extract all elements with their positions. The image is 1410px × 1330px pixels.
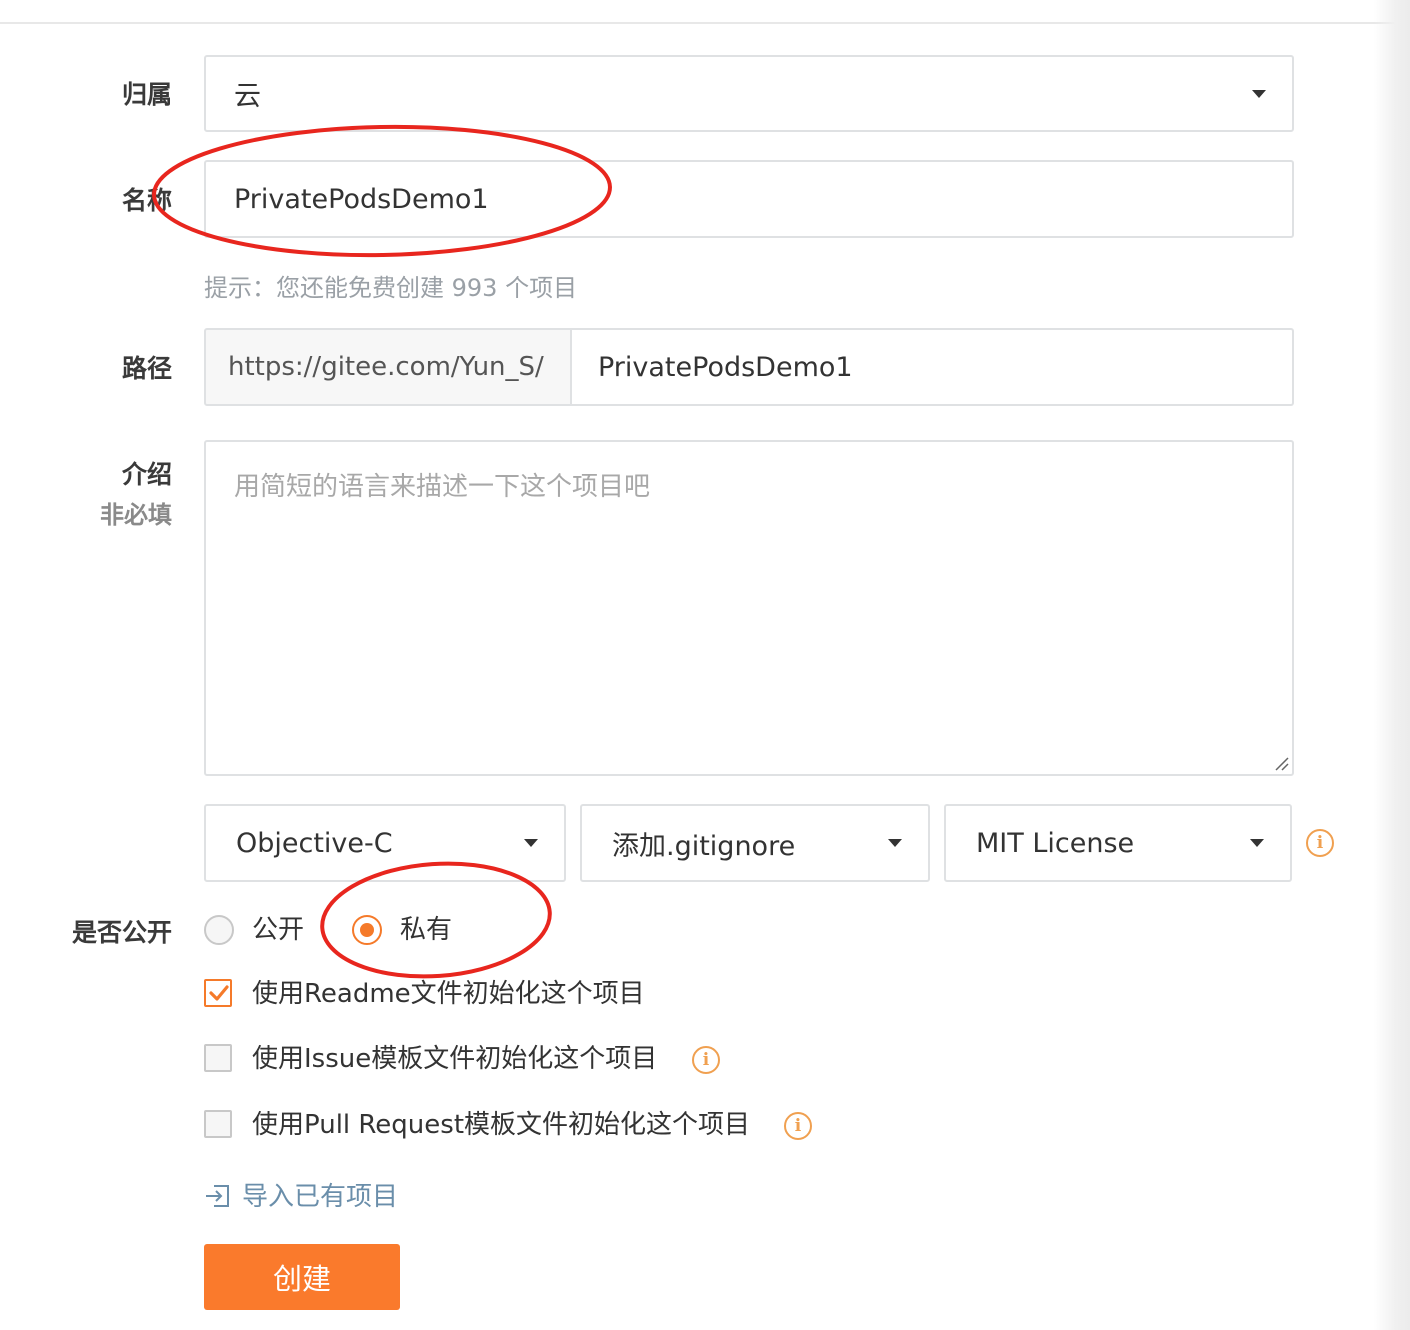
- create-button[interactable]: 创建: [204, 1244, 400, 1310]
- info-circle-icon[interactable]: i: [692, 1046, 720, 1074]
- language-select[interactable]: Objective-C: [204, 804, 566, 882]
- caret-down-icon: [1250, 839, 1264, 847]
- description-label: 介绍: [121, 460, 172, 489]
- path-prefix: https://gitee.com/Yun_S/: [204, 328, 572, 406]
- caret-down-icon: [888, 839, 902, 847]
- private-radio-label[interactable]: 私有: [400, 915, 452, 945]
- import-project-link[interactable]: 导入已有项目: [204, 1176, 398, 1213]
- resize-handle-icon[interactable]: [1274, 756, 1290, 772]
- public-radio-label[interactable]: 公开: [252, 915, 304, 945]
- check-icon: [209, 985, 229, 1001]
- issue-template-checkbox[interactable]: [204, 1044, 232, 1072]
- owner-label: 归属: [121, 80, 172, 109]
- name-value: PrivatePodsDemo1: [234, 183, 489, 215]
- license-select[interactable]: MIT License: [944, 804, 1292, 882]
- owner-select[interactable]: 云: [204, 55, 1294, 132]
- name-label: 名称: [121, 186, 172, 215]
- optional-label: 非必填: [100, 501, 172, 529]
- readme-checkbox[interactable]: [204, 979, 232, 1007]
- path-input[interactable]: PrivatePodsDemo1: [570, 328, 1294, 406]
- caret-down-icon: [524, 839, 538, 847]
- owner-value: 云: [234, 81, 261, 112]
- name-input[interactable]: PrivatePodsDemo1: [204, 160, 1294, 238]
- license-value: MIT License: [976, 827, 1135, 859]
- page-edge-shadow: [1374, 0, 1410, 1330]
- quota-hint: 提示：您还能免费创建 993 个项目: [204, 274, 578, 302]
- import-icon: [206, 1184, 229, 1207]
- description-textarea[interactable]: 用简短的语言来描述一下这个项目吧: [204, 440, 1294, 776]
- issue-template-checkbox-label[interactable]: 使用Issue模板文件初始化这个项目: [252, 1044, 657, 1074]
- info-circle-icon[interactable]: i: [1306, 829, 1334, 857]
- gitignore-value: 添加.gitignore: [612, 830, 796, 862]
- path-label: 路径: [121, 354, 172, 383]
- visibility-label: 是否公开: [71, 918, 172, 947]
- public-radio[interactable]: [204, 915, 234, 945]
- top-divider: [0, 22, 1395, 24]
- import-project-label: 导入已有项目: [242, 1182, 399, 1212]
- description-placeholder: 用简短的语言来描述一下这个项目吧: [234, 472, 651, 502]
- pr-template-checkbox-label[interactable]: 使用Pull Request模板文件初始化这个项目: [252, 1110, 750, 1140]
- private-radio[interactable]: [352, 915, 382, 945]
- readme-checkbox-label[interactable]: 使用Readme文件初始化这个项目: [252, 979, 645, 1009]
- language-value: Objective-C: [236, 827, 393, 859]
- caret-down-icon: [1252, 89, 1266, 98]
- gitignore-select[interactable]: 添加.gitignore: [580, 804, 930, 882]
- pr-template-checkbox[interactable]: [204, 1110, 232, 1138]
- info-circle-icon[interactable]: i: [784, 1112, 812, 1140]
